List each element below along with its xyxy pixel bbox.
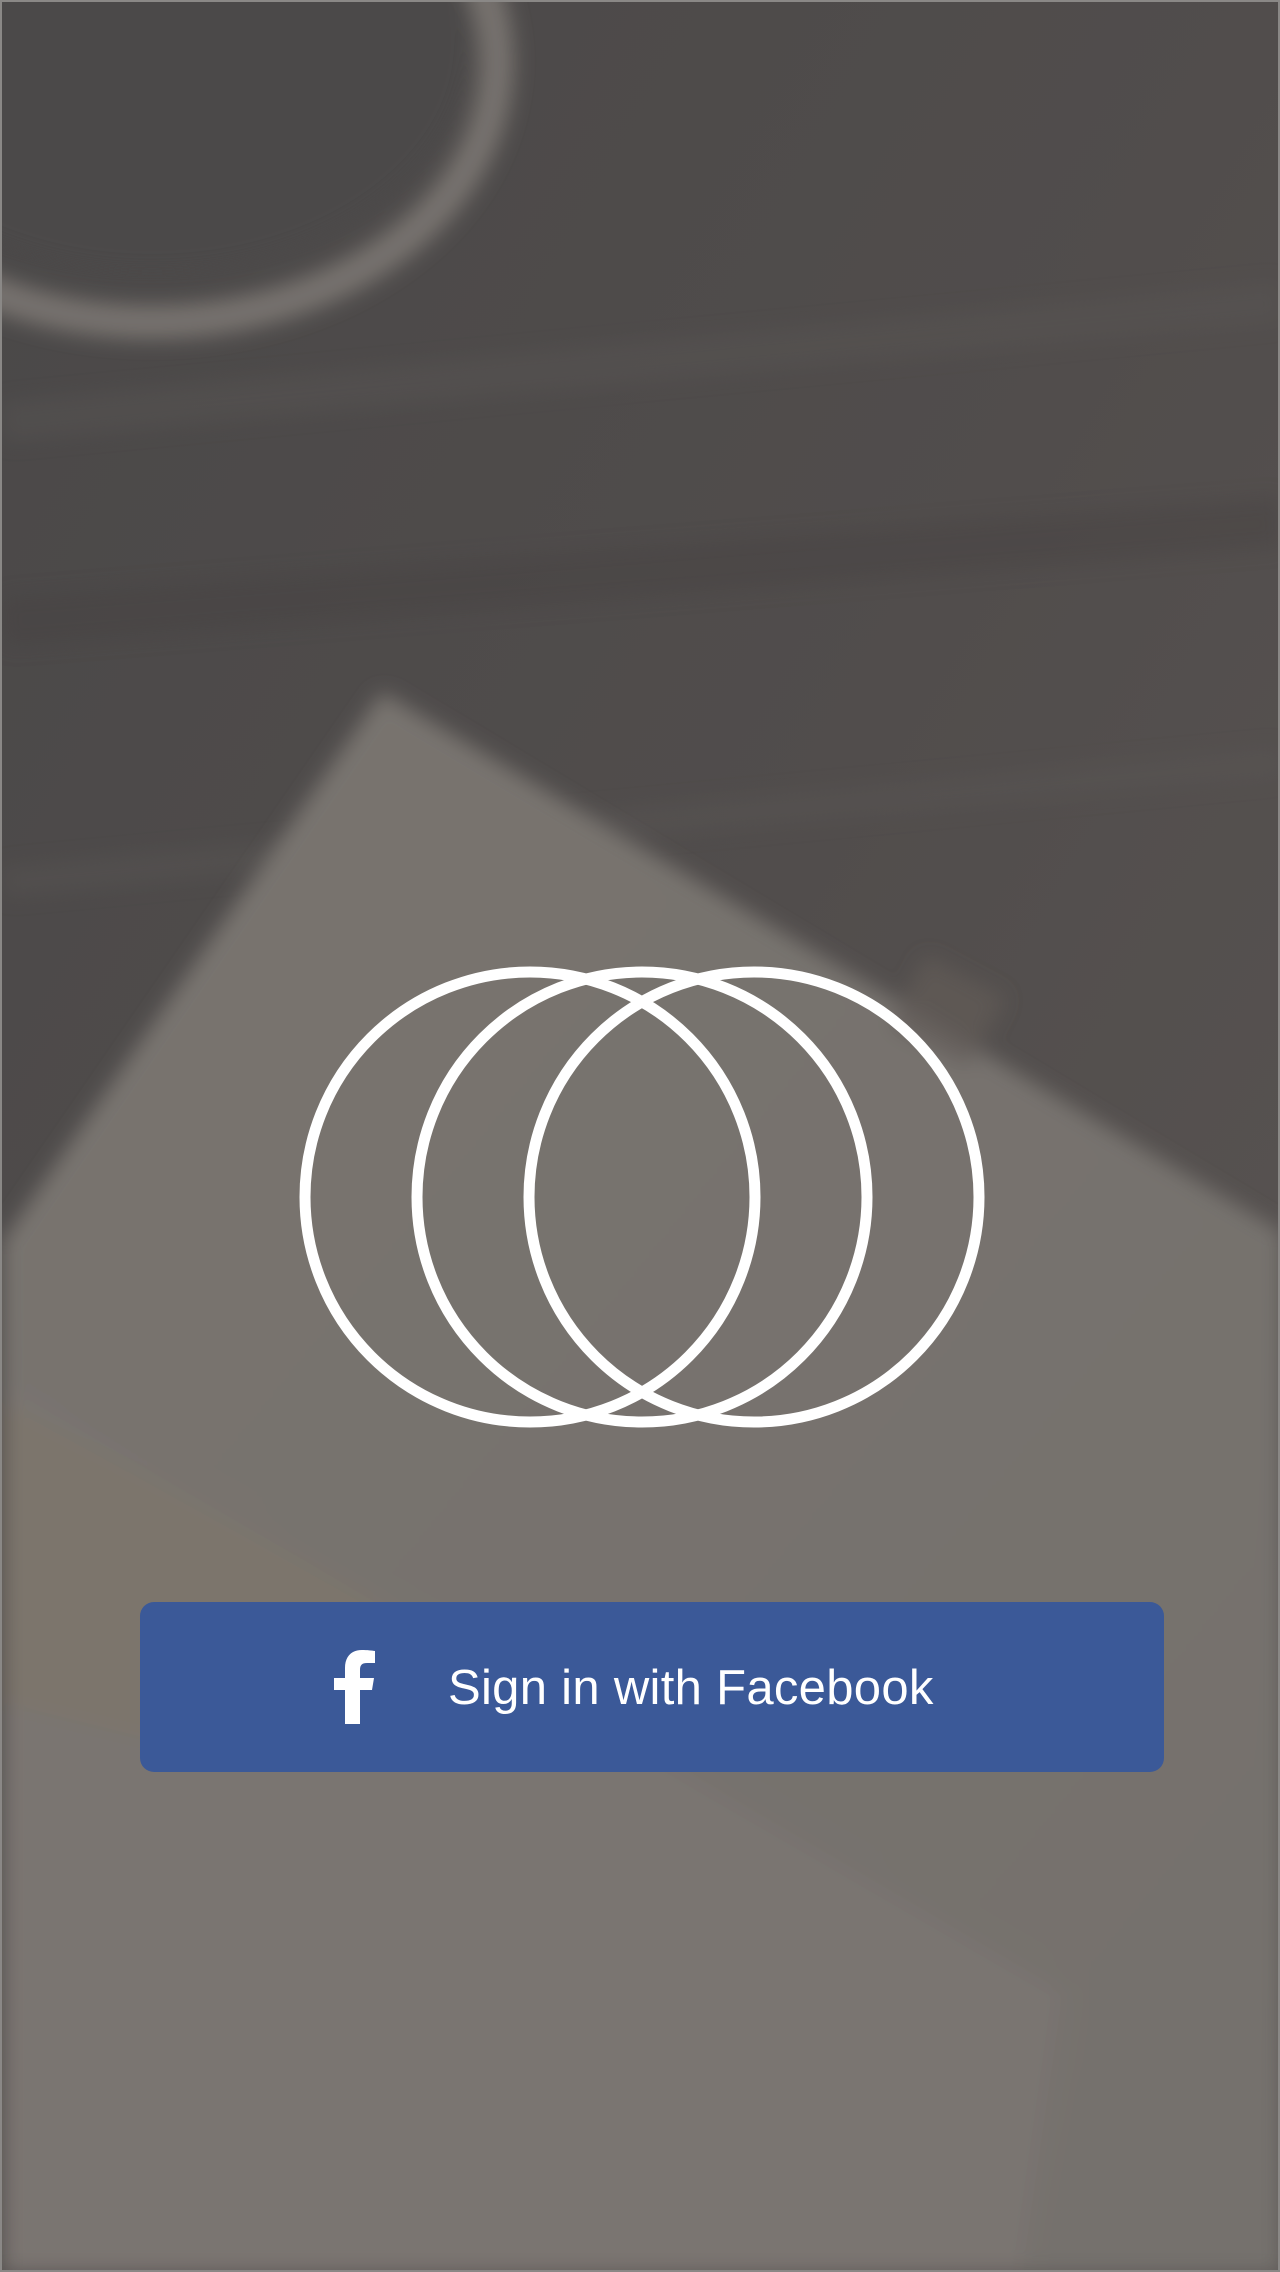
facebook-f-icon — [334, 1650, 375, 1724]
facebook-sign-in-label: Sign in with Facebook — [448, 1661, 934, 1715]
login-screen: Sign in with Facebook — [0, 0, 1280, 2272]
app-logo-rings-icon — [299, 966, 985, 1428]
